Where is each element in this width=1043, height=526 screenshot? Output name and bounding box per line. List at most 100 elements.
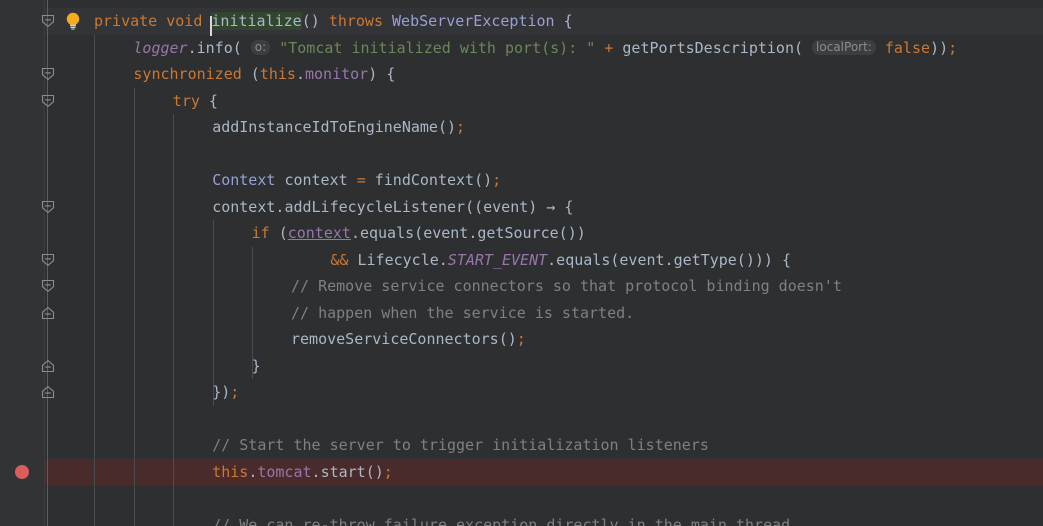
punctuation-token: ) — [310, 12, 320, 30]
fold-collapse-icon[interactable] — [41, 253, 55, 267]
punctuation-token — [537, 198, 546, 216]
punctuation-token: . — [187, 38, 197, 57]
identifier-token-underlined: context — [287, 224, 351, 242]
code-line[interactable]: if (context.equals(event.getSource()) — [252, 220, 586, 247]
punctuation-token — [348, 171, 357, 189]
type-token: Context — [212, 171, 276, 189]
fold-expand-icon[interactable] — [41, 306, 55, 320]
punctuation-token: } — [212, 383, 222, 401]
punctuation-token — [270, 224, 279, 242]
operator-token: = — [356, 171, 366, 189]
punctuation-token: ) — [221, 383, 231, 401]
comment-token: // Remove service connectors so that pro… — [291, 277, 842, 295]
code-line[interactable]: removeServiceConnectors(); — [291, 326, 526, 353]
string-token: "Tomcat initialized with port(s): " — [279, 38, 596, 57]
code-line[interactable]: synchronized (this.monitor) { — [133, 61, 395, 88]
punctuation-token — [200, 92, 209, 110]
punctuation-token: ) — [930, 38, 940, 57]
identifier-token: getPortsDescription — [622, 38, 794, 57]
code-line[interactable]: addInstanceIdToEngineName(); — [212, 114, 465, 141]
semicolon-token: ; — [383, 462, 393, 481]
punctuation-token: ( — [474, 197, 484, 216]
punctuation-token — [555, 12, 564, 30]
indent-guide — [134, 87, 135, 526]
code-line[interactable]: } — [252, 353, 261, 380]
punctuation-token: ( — [498, 330, 508, 348]
type-token: WebServerException — [392, 12, 555, 30]
operator-token: + — [604, 38, 614, 57]
fold-expand-icon[interactable] — [41, 385, 55, 399]
identifier-token: event — [483, 197, 529, 216]
identifier-token: equals — [359, 224, 415, 242]
code-line[interactable]: logger.info( o: "Tomcat initialized with… — [133, 35, 957, 62]
punctuation-token: ( — [474, 171, 484, 189]
type-token: Lifecycle — [357, 250, 439, 269]
code-line[interactable]: private void initialize() throws WebServ… — [94, 8, 573, 36]
punctuation-token — [803, 39, 812, 57]
code-line[interactable]: }); — [212, 379, 239, 406]
code-line[interactable]: // We can re-throw failure exception dir… — [212, 512, 790, 526]
punctuation-token: . — [350, 224, 360, 242]
fold-collapse-icon[interactable] — [41, 94, 55, 108]
field-token: tomcat — [257, 462, 312, 481]
punctuation-token: ( — [437, 118, 447, 136]
intention-bulb-icon[interactable] — [65, 12, 81, 30]
inlay-parameter-hint: localPort: — [812, 39, 876, 55]
keyword-token: void — [166, 12, 203, 30]
punctuation-token: . — [248, 462, 258, 481]
code-line[interactable]: Context context = findContext(); — [212, 167, 501, 194]
keyword-token: this — [212, 462, 249, 481]
punctuation-token — [773, 251, 782, 269]
comment-token: // Start the server to trigger initializ… — [212, 436, 709, 454]
punctuation-token: ) — [567, 224, 577, 242]
comment-token: // happen when the service is started. — [291, 303, 635, 322]
fold-collapse-icon[interactable] — [41, 14, 55, 28]
punctuation-token — [242, 65, 251, 83]
code-line[interactable]: // Remove service connectors so that pro… — [291, 273, 842, 300]
punctuation-token: { — [564, 197, 574, 216]
code-line[interactable]: // Start the server to trigger initializ… — [212, 432, 709, 459]
code-line[interactable]: this.tomcat.start(); — [212, 459, 393, 486]
field-token: logger — [133, 38, 188, 57]
fold-collapse-icon[interactable] — [41, 200, 55, 214]
punctuation-token: ( — [465, 197, 475, 216]
fold-collapse-icon[interactable] — [41, 279, 55, 293]
keyword-token: try — [172, 91, 200, 110]
punctuation-token: ) — [374, 462, 384, 481]
punctuation-token: . — [295, 65, 305, 83]
breakpoint-icon[interactable] — [15, 465, 29, 479]
punctuation-token: ( — [736, 250, 746, 269]
field-token: monitor — [304, 65, 369, 83]
punctuation-token — [377, 65, 386, 83]
identifier-token: context — [212, 197, 276, 216]
identifier-token: addLifecycleListener — [284, 197, 466, 216]
indent-guide — [94, 34, 95, 526]
punctuation-token: ) — [939, 38, 949, 57]
punctuation-token: ( — [793, 38, 804, 57]
punctuation-token — [320, 12, 329, 30]
fold-expand-icon[interactable] — [41, 359, 55, 373]
comment-token: // We can re-throw failure exception dir… — [212, 515, 791, 526]
code-line[interactable]: try { — [173, 88, 218, 115]
code-editor[interactable]: 6789012345678901234 private void initial… — [0, 0, 1043, 526]
punctuation-token: { — [563, 12, 573, 30]
code-line[interactable]: context.addLifecycleListener((event) → { — [212, 194, 573, 221]
identifier-token: event — [619, 250, 665, 269]
identifier-token: removeServiceConnectors — [291, 330, 499, 348]
identifier-token: context — [284, 171, 348, 189]
fold-collapse-icon[interactable] — [41, 67, 55, 81]
punctuation-token — [157, 12, 166, 30]
breakpoint-row-highlight — [0, 458, 1043, 485]
code-line[interactable]: && Lifecycle.START_EVENT.equals(event.ge… — [330, 247, 791, 274]
punctuation-token — [242, 39, 251, 57]
identifier-token: event — [423, 224, 469, 242]
editor-gutter[interactable] — [0, 0, 45, 526]
punctuation-token: ( — [365, 462, 375, 481]
code-line[interactable]: // happen when the service is started. — [291, 300, 634, 327]
semicolon-token: ; — [492, 171, 502, 189]
punctuation-token: { — [781, 250, 791, 269]
punctuation-token: ( — [250, 65, 260, 83]
punctuation-token: ) — [368, 65, 378, 83]
punctuation-token: ( — [558, 224, 568, 242]
punctuation-token — [876, 39, 885, 57]
